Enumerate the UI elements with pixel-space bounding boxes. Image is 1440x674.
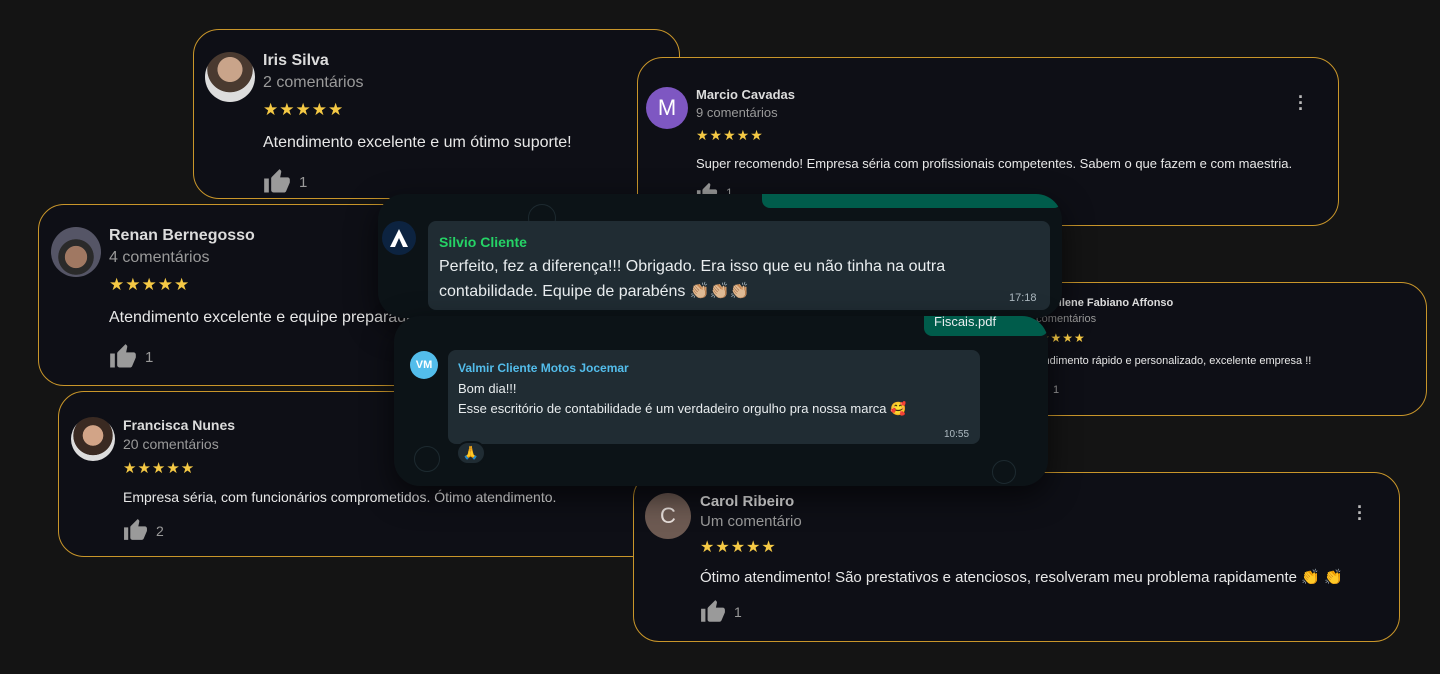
reviewer-comment-count: 9 comentários: [696, 105, 778, 120]
message-time: 17:18: [1009, 292, 1037, 304]
thumbs-up-icon: [109, 343, 137, 371]
reviewer-name: Renan Bernegosso: [109, 227, 255, 244]
reviewer-comment-count: 4 comentários: [109, 249, 210, 266]
like-count: 1: [734, 604, 742, 620]
message-text: Perfeito, fez a diferença!!! Obrigado. E…: [439, 258, 946, 275]
like-button[interactable]: 2: [123, 518, 164, 543]
avatar-carol: C: [645, 493, 691, 539]
star-rating: ★★★★★: [123, 460, 196, 477]
incoming-message: Valmir Cliente Motos Jocemar Bom dia!!! …: [448, 350, 980, 444]
avatar-iris: [205, 52, 255, 102]
review-text: Super recomendo! Empresa séria com profi…: [696, 156, 1293, 171]
reviewer-name: Carol Ribeiro: [700, 493, 795, 510]
like-count: 1: [299, 173, 308, 191]
reviewer-comment-count: 2 comentários: [263, 74, 364, 91]
review-card-iris: Iris Silva 2 comentários ★★★★★ Atendimen…: [193, 29, 680, 199]
thumbs-up-icon: [123, 518, 148, 543]
like-button[interactable]: 1: [109, 343, 153, 371]
star-rating: ★★★★★: [109, 275, 191, 294]
attachment-filename[interactable]: Fiscais.pdf: [934, 316, 996, 329]
message-sender: Valmir Cliente Motos Jocemar: [458, 361, 629, 375]
star-rating: ★★★★★: [700, 539, 777, 556]
review-text: Atendimento excelente e equipe preparada…: [109, 309, 420, 326]
thumbs-up-icon: [700, 599, 726, 625]
more-vertical-icon[interactable]: · · ·: [1353, 498, 1367, 528]
star-rating: ★★★★★: [696, 127, 764, 143]
avatar-valmir: VM: [410, 351, 438, 379]
avatar-francisca: [71, 417, 115, 461]
incoming-message: Silvio Cliente Perfeito, fez a diferença…: [428, 221, 1050, 310]
reviewer-name: Marcio Cavadas: [696, 87, 795, 102]
brand-a-logo: [382, 221, 416, 255]
reviewer-name: Iris Silva: [263, 52, 329, 69]
whatsapp-chat-silvio: Silvio Cliente Perfeito, fez a diferença…: [378, 194, 1062, 318]
star-rating: ★★★★★: [263, 100, 345, 119]
thumbs-up-icon: [263, 168, 291, 196]
reviewer-name: Francisca Nunes: [123, 417, 236, 433]
like-count: 2: [156, 522, 164, 539]
review-text: Empresa séria, com funcionários comprome…: [123, 489, 557, 505]
avatar-renan: [51, 227, 101, 277]
reviewer-comment-count: Um comentário: [700, 513, 802, 530]
review-text: Atendimento excelente e um ótimo suporte…: [263, 134, 572, 151]
outgoing-message: Fiscais.pdf: [924, 316, 1048, 336]
review-text: Ótimo atendimento! São prestativos e ate…: [700, 569, 1343, 586]
message-time: 10:55: [944, 429, 970, 440]
like-button[interactable]: 1: [700, 599, 742, 625]
wallpaper-doodle: [414, 446, 440, 472]
more-vertical-icon[interactable]: · · ·: [1294, 88, 1308, 118]
message-reaction[interactable]: 🙏: [456, 441, 486, 465]
whatsapp-chat-valmir: Fiscais.pdf VM Valmir Cliente Motos Joce…: [394, 316, 1048, 486]
review-text: Atendimento rápido e personalizado, exce…: [1027, 355, 1312, 367]
review-card-carol: C Carol Ribeiro Um comentário ★★★★★ Ótim…: [633, 472, 1400, 642]
like-count: 1: [1053, 384, 1060, 396]
avatar-marcio: M: [646, 87, 688, 129]
message-text: contabilidade. Equipe de parabéns 👏🏼👏🏼👏🏼: [439, 283, 750, 300]
message-sender: Silvio Cliente: [439, 234, 527, 250]
message-text: Esse escritório de contabilidade é um ve…: [458, 401, 907, 416]
wallpaper-doodle: [992, 460, 1016, 484]
message-text: Bom dia!!!: [458, 381, 517, 396]
reviewer-comment-count: 20 comentários: [123, 436, 219, 452]
like-count: 1: [145, 348, 154, 366]
like-button[interactable]: 1: [263, 168, 307, 196]
outgoing-message-tail: [762, 194, 1062, 208]
